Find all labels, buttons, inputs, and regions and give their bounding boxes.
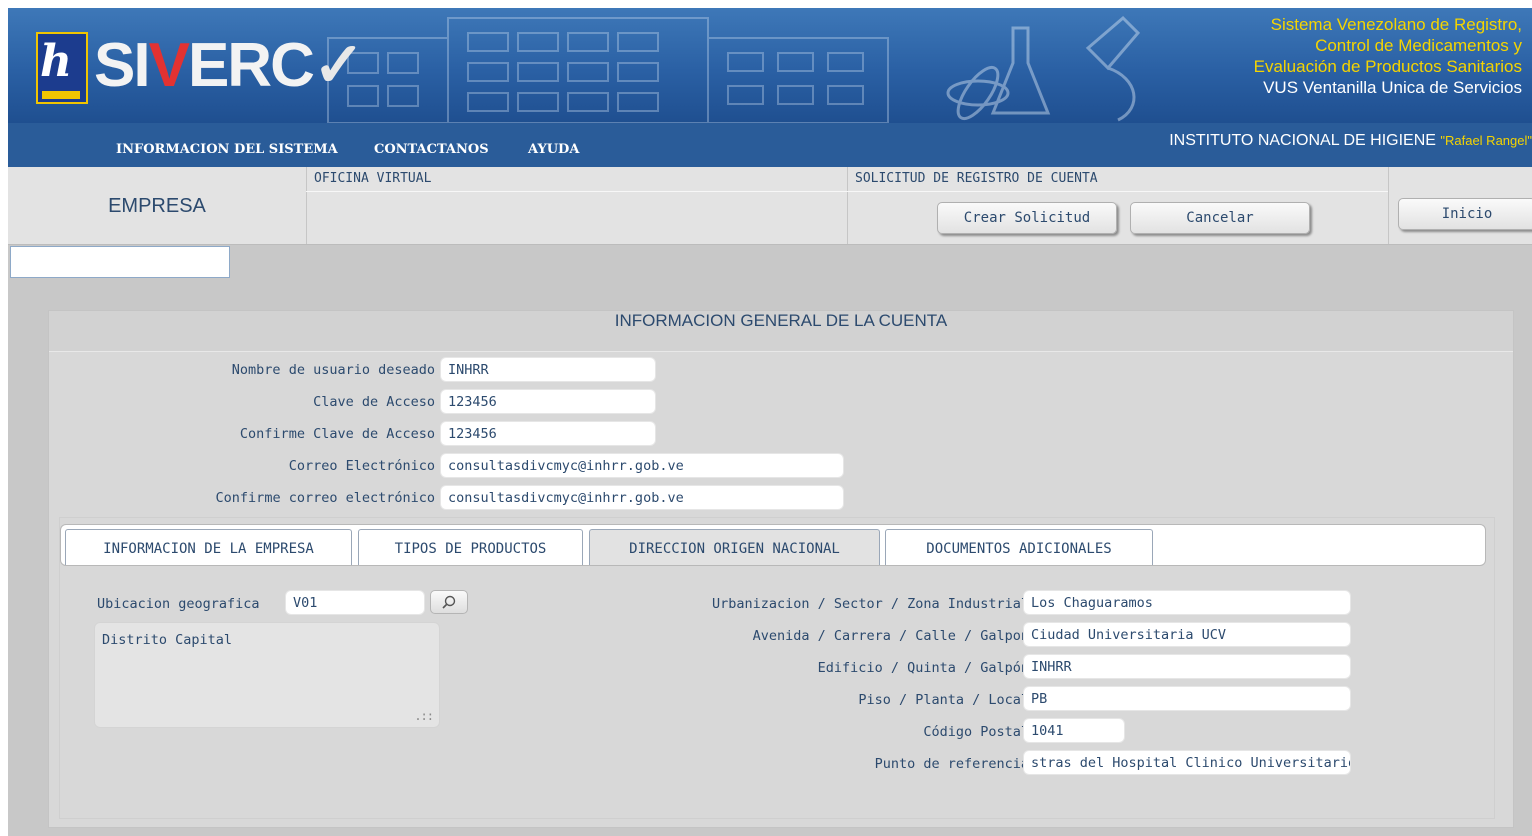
ubicacion-label: Ubicacion geografica	[97, 596, 260, 612]
empresa-cell: EMPRESA	[8, 167, 307, 244]
section-name: EMPRESA	[108, 195, 206, 217]
system-title: Sistema Venezolano de Registro, Control …	[1254, 14, 1522, 98]
nav-bar: INFORMACION DEL SISTEMA CONTACTANOS AYUD…	[8, 123, 1532, 167]
confirm-email-input[interactable]: consultasdivcmyc@inhrr.gob.ve	[440, 485, 844, 510]
tab-documentos-adicionales[interactable]: DOCUMENTOS ADICIONALES	[885, 529, 1153, 565]
building-illustration	[327, 17, 889, 123]
inh-logo: h	[36, 32, 88, 104]
edificio-label: Edificio / Quinta / Galpón	[817, 660, 1029, 676]
oficina-virtual-caption: OFICINA VIRTUAL	[314, 171, 432, 186]
panel-title: INFORMACION GENERAL DE LA CUENTA	[49, 311, 1513, 352]
lab-flask-icon	[946, 15, 1141, 122]
confirm-password-input[interactable]: 123456	[440, 421, 656, 446]
subtitle-line-2: Control de Medicamentos y	[1315, 36, 1522, 55]
institute-label: INSTITUTO NACIONAL DE HIGIENE	[1169, 132, 1436, 149]
cancelar-button[interactable]: Cancelar	[1130, 202, 1310, 234]
nav-item-ayuda[interactable]: AYUDA	[528, 142, 579, 157]
username-label: Nombre de usuario deseado	[231, 362, 435, 378]
email-input[interactable]: consultasdivcmyc@inhrr.gob.ve	[440, 453, 844, 478]
confirm-email-label: Confirme correo electrónico	[215, 490, 435, 506]
page: h SIVERC✓ Sistema Venezolano de Registro…	[8, 8, 1532, 836]
header-banner: h SIVERC✓ Sistema Venezolano de Registro…	[8, 8, 1532, 123]
ubicacion-text: Distrito Capital	[102, 632, 233, 648]
avenida-input[interactable]: Ciudad Universitaria UCV	[1023, 622, 1351, 647]
password-label: Clave de Acceso	[313, 394, 435, 410]
nav-item-informacion[interactable]: INFORMACION DEL SISTEMA	[116, 142, 338, 157]
confirm-password-label: Confirme Clave de Acceso	[239, 426, 435, 442]
referencia-label: Punto de referencia	[874, 756, 1029, 772]
tab-informacion-empresa[interactable]: INFORMACION DE LA EMPRESA	[65, 529, 352, 565]
blank-input-box[interactable]	[10, 246, 230, 278]
piso-input[interactable]: PB	[1023, 686, 1351, 711]
search-button[interactable]	[430, 590, 468, 614]
codigo-postal-label: Código Postal	[923, 724, 1029, 740]
password-input[interactable]: 123456	[440, 389, 656, 414]
ubicacion-textarea[interactable]: Distrito Capital .::	[94, 622, 440, 728]
codigo-postal-input[interactable]: 1041	[1023, 718, 1125, 743]
brand-logo: SIVERC✓	[94, 31, 365, 100]
avenida-label: Avenida / Carrera / Calle / Galpon	[752, 628, 1029, 644]
tab-bar: INFORMACION DE LA EMPRESA TIPOS DE PRODU…	[60, 524, 1486, 566]
crear-solicitud-button[interactable]: Crear Solicitud	[937, 202, 1117, 234]
solicitud-caption: SOLICITUD DE REGISTRO DE CUENTA	[855, 171, 1098, 186]
username-input[interactable]: INHRR	[440, 357, 656, 382]
piso-label: Piso / Planta / Local	[858, 692, 1029, 708]
ubicacion-input[interactable]: V01	[285, 590, 425, 615]
oficina-virtual-cell: OFICINA VIRTUAL	[306, 167, 848, 244]
toolbar: EMPRESA OFICINA VIRTUAL SOLICITUD DE REG…	[8, 167, 1532, 245]
nav-item-contactanos[interactable]: CONTACTANOS	[374, 142, 489, 157]
tab-direccion-origen[interactable]: DIRECCION ORIGEN NACIONAL	[589, 529, 880, 565]
urbanizacion-input[interactable]: Los Chaguaramos	[1023, 590, 1351, 615]
tabs-container: INFORMACION DE LA EMPRESA TIPOS DE PRODU…	[59, 517, 1495, 819]
inicio-button[interactable]: Inicio	[1398, 198, 1532, 230]
solicitud-cell: SOLICITUD DE REGISTRO DE CUENTA Crear So…	[847, 167, 1389, 244]
resize-grip-icon[interactable]: .::	[414, 709, 434, 723]
tab-tipos-productos[interactable]: TIPOS DE PRODUCTOS	[358, 529, 583, 565]
institute-suffix: "Rafael Rangel"	[1440, 133, 1532, 148]
institute-name: INSTITUTO NACIONAL DE HIGIENE "Rafael Ra…	[1169, 132, 1532, 150]
subtitle-line-3: Evaluación de Productos Sanitarios	[1253, 57, 1522, 76]
referencia-input[interactable]: stras del Hospital Clinico Universitario	[1023, 750, 1351, 775]
search-icon	[442, 595, 456, 609]
edificio-input[interactable]: INHRR	[1023, 654, 1351, 679]
urbanizacion-label: Urbanizacion / Sector / Zona Industrial	[712, 596, 1029, 612]
email-label: Correo Electrónico	[288, 458, 435, 474]
subtitle-line-1: Sistema Venezolano de Registro,	[1270, 15, 1522, 34]
account-panel: INFORMACION GENERAL DE LA CUENTA Nombre …	[48, 310, 1514, 828]
subtitle-line-4: VUS Ventanilla Unica de Servicios	[1263, 78, 1522, 97]
